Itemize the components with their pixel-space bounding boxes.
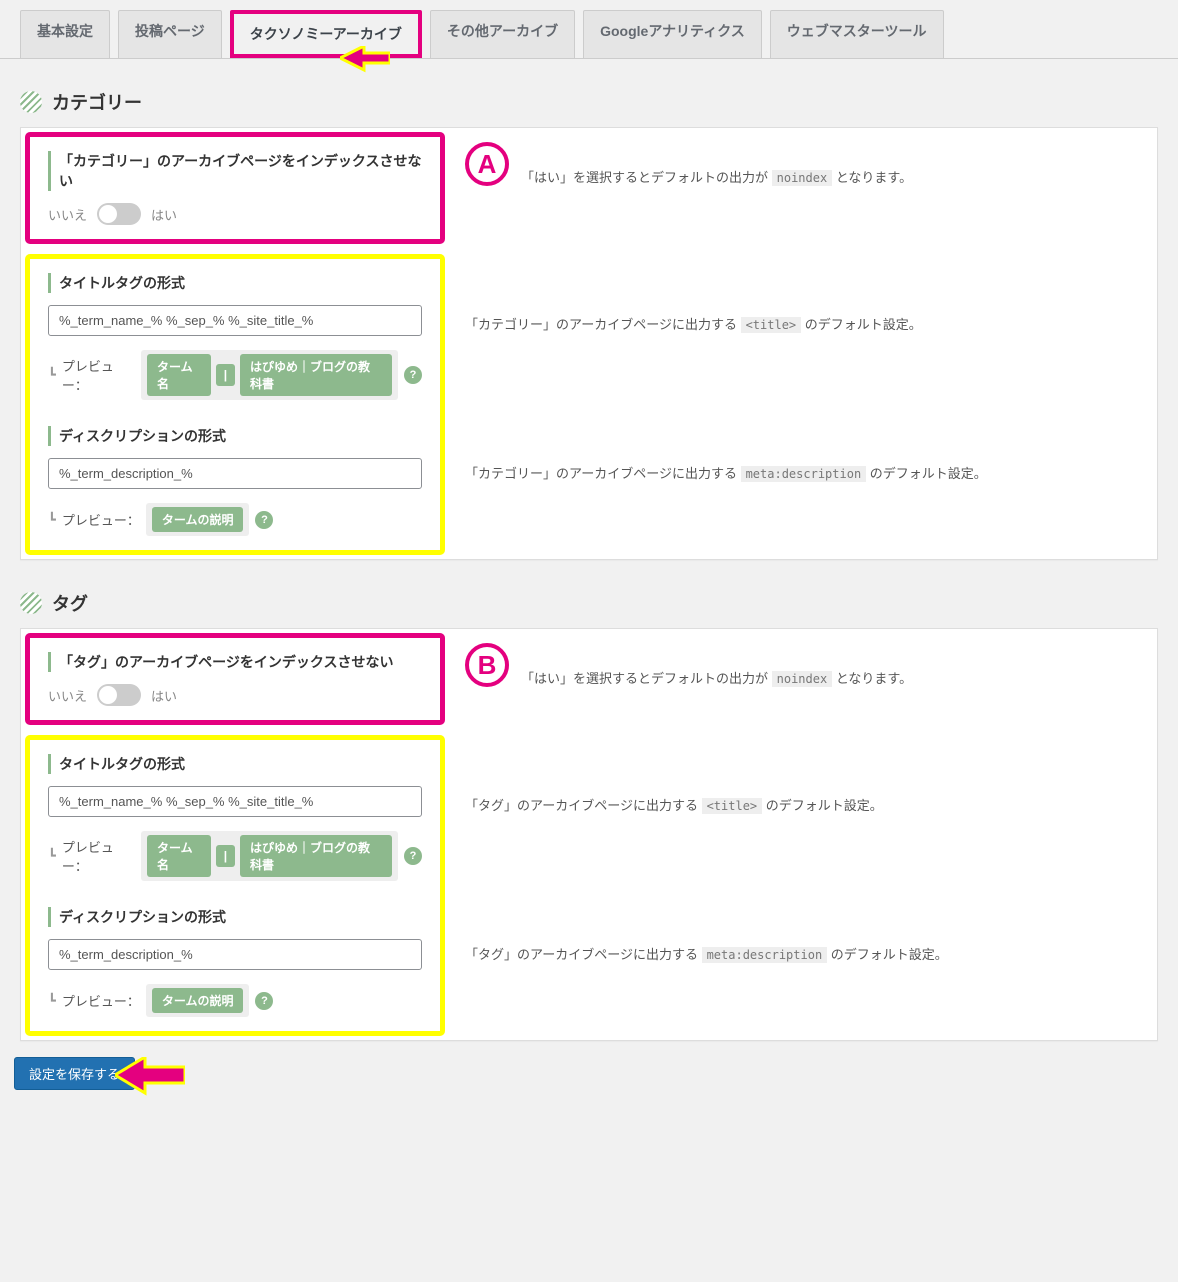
code-meta-desc: meta:description (741, 466, 867, 482)
category-title: カテゴリー (52, 89, 142, 115)
tag-title-format-desc: 「タグ」のアーカイブページに出力する <title> のデフォルト設定。 (465, 795, 883, 814)
code-noindex: noindex (772, 170, 833, 186)
toggle-knob (99, 686, 117, 704)
tag-title: タグ (52, 590, 88, 616)
hatch-icon (20, 91, 42, 113)
help-icon[interactable]: ? (404, 366, 422, 384)
tab-other[interactable]: その他アーカイブ (430, 10, 575, 58)
preview-chips: タームの説明 (146, 503, 250, 536)
category-title-format-input[interactable] (48, 305, 422, 336)
preview-label: プレビュー： (62, 837, 135, 875)
category-noindex-desc: A 「はい」を選択するとデフォルトの出力が noindex となります。 (445, 132, 1153, 204)
tag-title-format-label: タイトルタグの形式 (48, 754, 422, 774)
chip-separator: | (216, 845, 235, 867)
tag-desc-format-input[interactable] (48, 939, 422, 970)
category-format-box: タイトルタグの形式 ┗ プレビュー： ターム名 | はぴゆめ｜ブログの教科書 ?… (25, 254, 445, 555)
preview-label: プレビュー： (62, 991, 140, 1010)
category-noindex-title: 「カテゴリー」のアーカイブページをインデックスさせない (48, 151, 422, 191)
category-desc-format-desc: 「カテゴリー」のアーカイブページに出力する meta:description の… (465, 463, 987, 482)
code-title: <title> (741, 317, 802, 333)
preview-chips: ターム名 | はぴゆめ｜ブログの教科書 (141, 831, 398, 881)
tag-noindex-box: 「タグ」のアーカイブページをインデックスさせない いいえ はい (25, 633, 445, 725)
annotation-arrow-save (115, 1057, 185, 1112)
chip-term-name: ターム名 (147, 835, 211, 877)
toggle-no-label: いいえ (48, 205, 87, 224)
chip-term-name: ターム名 (147, 354, 211, 396)
toggle-knob (99, 205, 117, 223)
chip-site-title: はぴゆめ｜ブログの教科書 (240, 835, 392, 877)
code-title: <title> (702, 798, 763, 814)
tag-title-format-input[interactable] (48, 786, 422, 817)
settings-tabs: 基本設定 投稿ページ タクソノミーアーカイブ その他アーカイブ Googleアナ… (0, 0, 1178, 59)
tag-noindex-desc: B 「はい」を選択するとデフォルトの出力が noindex となります。 (445, 633, 1153, 705)
tree-icon: ┗ (48, 367, 56, 383)
tag-noindex-toggle[interactable] (97, 684, 141, 706)
tab-analytics[interactable]: Googleアナリティクス (583, 10, 762, 58)
category-desc-format-input[interactable] (48, 458, 422, 489)
tag-desc-format-label: ディスクリプションの形式 (48, 907, 422, 927)
preview-chips: ターム名 | はぴゆめ｜ブログの教科書 (141, 350, 398, 400)
tag-desc-format-desc: 「タグ」のアーカイブページに出力する meta:description のデフォ… (465, 944, 948, 963)
category-desc-format-label: ディスクリプションの形式 (48, 426, 422, 446)
chip-site-title: はぴゆめ｜ブログの教科書 (240, 354, 392, 396)
toggle-yes-label: はい (151, 686, 177, 705)
category-panel: 「カテゴリー」のアーカイブページをインデックスさせない いいえ はい A 「はい… (20, 127, 1158, 560)
tag-section-header: タグ (0, 560, 1178, 628)
preview-chips: タームの説明 (146, 984, 250, 1017)
tag-format-box: タイトルタグの形式 ┗ プレビュー： ターム名 | はぴゆめ｜ブログの教科書 ?… (25, 735, 445, 1036)
category-title-format-desc: 「カテゴリー」のアーカイブページに出力する <title> のデフォルト設定。 (465, 314, 922, 333)
category-section-header: カテゴリー (0, 59, 1178, 127)
category-title-format-label: タイトルタグの形式 (48, 273, 422, 293)
chip-term-desc: タームの説明 (152, 507, 244, 532)
tree-icon: ┗ (48, 848, 56, 864)
annotation-badge-a: A (465, 142, 509, 186)
code-noindex: noindex (772, 671, 833, 687)
category-noindex-toggle[interactable] (97, 203, 141, 225)
tree-icon: ┗ (48, 512, 56, 528)
tab-post[interactable]: 投稿ページ (118, 10, 222, 58)
tree-icon: ┗ (48, 993, 56, 1009)
tab-webmaster[interactable]: ウェブマスターツール (770, 10, 944, 58)
tab-taxonomy[interactable]: タクソノミーアーカイブ (230, 10, 422, 58)
preview-label: プレビュー： (62, 356, 135, 394)
tag-panel: 「タグ」のアーカイブページをインデックスさせない いいえ はい B 「はい」を選… (20, 628, 1158, 1041)
toggle-no-label: いいえ (48, 686, 87, 705)
hatch-icon (20, 592, 42, 614)
category-noindex-box: 「カテゴリー」のアーカイブページをインデックスさせない いいえ はい (25, 132, 445, 244)
annotation-badge-b: B (465, 643, 509, 687)
toggle-yes-label: はい (151, 205, 177, 224)
annotation-arrow-tab (340, 46, 390, 91)
help-icon[interactable]: ? (255, 511, 273, 529)
preview-label: プレビュー： (62, 510, 140, 529)
code-meta-desc: meta:description (702, 947, 828, 963)
chip-term-desc: タームの説明 (152, 988, 244, 1013)
chip-separator: | (216, 364, 235, 386)
help-icon[interactable]: ? (255, 992, 273, 1010)
tag-noindex-title: 「タグ」のアーカイブページをインデックスさせない (48, 652, 422, 672)
tab-basic[interactable]: 基本設定 (20, 10, 110, 58)
help-icon[interactable]: ? (404, 847, 422, 865)
